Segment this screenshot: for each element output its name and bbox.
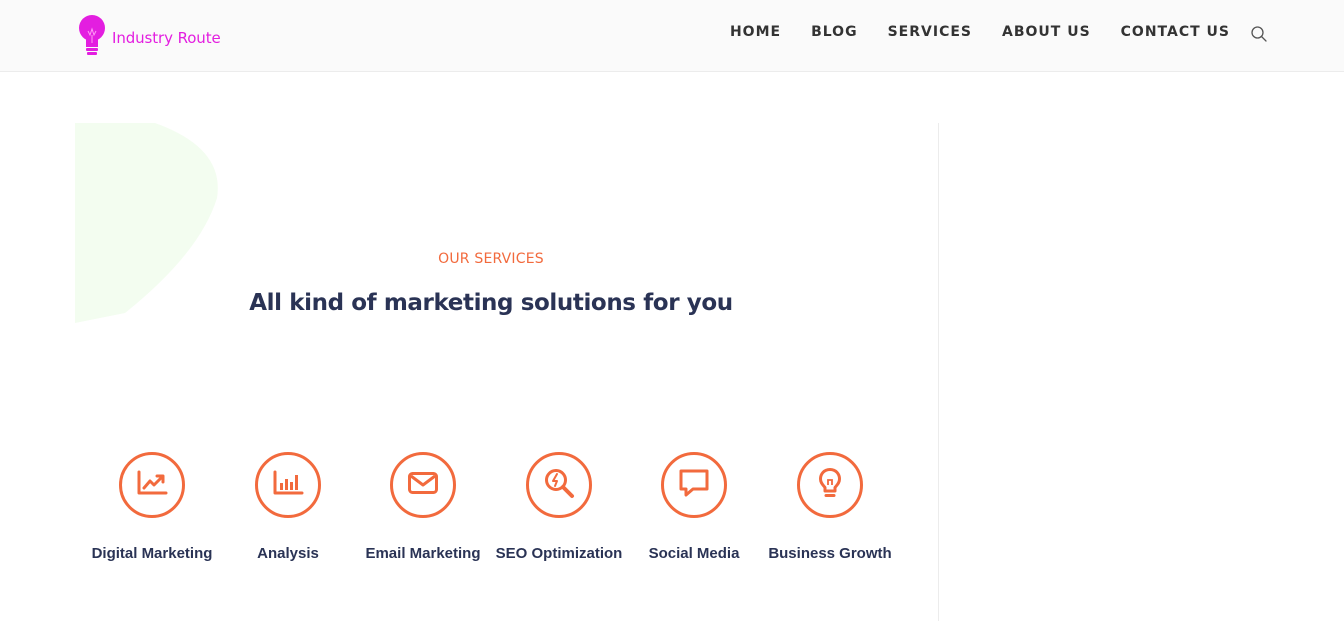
- service-email-marketing[interactable]: Email Marketing: [353, 452, 493, 565]
- service-icon-ring: [661, 452, 727, 518]
- nav-home[interactable]: HOME: [730, 24, 781, 40]
- main-nav: HOME BLOG SERVICES ABOUT US CONTACT US: [730, 24, 1230, 40]
- seo-magnifier-icon: [543, 467, 575, 504]
- service-label: Email Marketing: [365, 545, 481, 562]
- envelope-icon: [407, 471, 439, 500]
- logo-text: Industry Route: [112, 29, 221, 47]
- service-social-media[interactable]: Social Media: [624, 452, 764, 565]
- service-icon-ring: [255, 452, 321, 518]
- service-label: Social Media: [648, 545, 740, 562]
- service-label: Business Growth: [768, 545, 892, 562]
- site-header: Industry Route HOME BLOG SERVICES ABOUT …: [0, 0, 1344, 72]
- nav-about-us[interactable]: ABOUT US: [1002, 24, 1091, 40]
- lightbulb-icon: [818, 467, 842, 504]
- chat-bubble-icon: [678, 468, 710, 503]
- service-icon-ring: [526, 452, 592, 518]
- service-analysis[interactable]: Analysis: [218, 452, 358, 565]
- service-label: SEO Optimization: [495, 545, 623, 562]
- service-digital-marketing[interactable]: Digital Marketing: [82, 452, 222, 565]
- service-icon-ring: [390, 452, 456, 518]
- nav-services[interactable]: SERVICES: [888, 24, 972, 40]
- service-icon-ring: [797, 452, 863, 518]
- service-icon-ring: [119, 452, 185, 518]
- services-section: OUR SERVICES All kind of marketing solut…: [75, 123, 939, 621]
- bar-chart-icon: [272, 470, 304, 501]
- service-seo-optimization[interactable]: SEO Optimization: [489, 452, 629, 565]
- services-list: Digital Marketing Analysis Email Marketi…: [75, 452, 939, 592]
- service-business-growth[interactable]: Business Growth: [760, 452, 900, 565]
- lightbulb-logo-icon: [78, 11, 108, 59]
- chart-trend-icon: [136, 470, 168, 501]
- nav-blog[interactable]: BLOG: [811, 24, 858, 40]
- nav-contact-us[interactable]: CONTACT US: [1121, 24, 1230, 40]
- logo[interactable]: Industry Route: [78, 10, 221, 60]
- service-label: Analysis: [257, 545, 319, 562]
- section-headline: All kind of marketing solutions for you: [249, 290, 733, 316]
- section-eyebrow: OUR SERVICES: [438, 251, 544, 267]
- search-icon[interactable]: [1250, 25, 1268, 43]
- service-label: Digital Marketing: [91, 545, 213, 562]
